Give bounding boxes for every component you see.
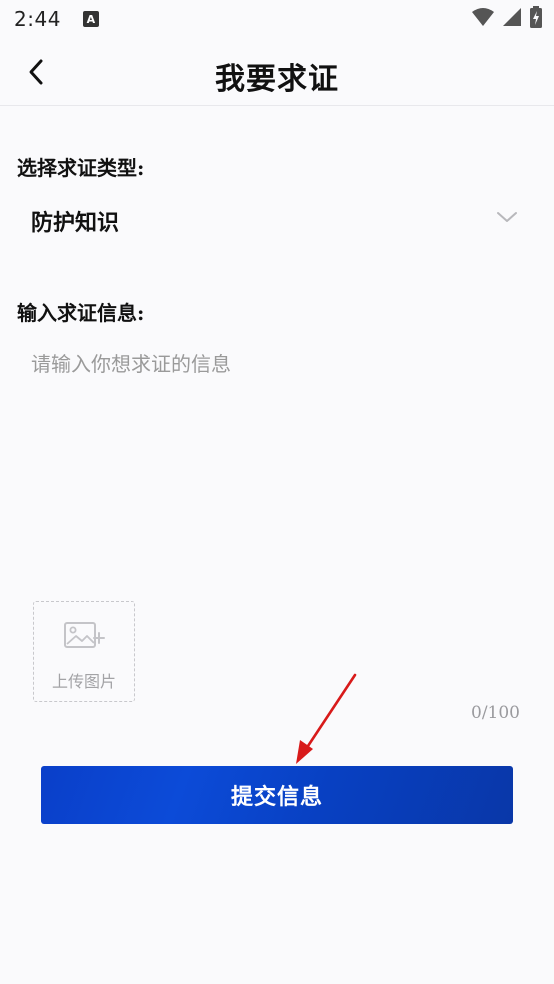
type-select-value: 防护知识 xyxy=(31,210,120,236)
page-title: 我要求证 xyxy=(215,62,339,97)
header: 我要求证 xyxy=(0,38,554,106)
status-icons xyxy=(472,6,542,28)
status-bar: 2:44 A xyxy=(0,0,554,38)
battery-charging-icon xyxy=(530,6,542,28)
wifi-icon xyxy=(472,8,494,26)
upload-image-button[interactable]: 上传图片 xyxy=(33,601,135,702)
status-time: 2:44 xyxy=(14,7,61,31)
type-label: 选择求证类型: xyxy=(17,156,145,180)
a-notification-icon: A xyxy=(82,11,99,27)
add-image-icon xyxy=(64,622,105,648)
upload-image-label: 上传图片 xyxy=(51,672,116,691)
char-count: 0/100 xyxy=(471,703,520,723)
submit-button[interactable]: 提交信息 xyxy=(41,766,513,824)
info-label: 输入求证信息: xyxy=(17,301,145,325)
signal-icon xyxy=(503,8,521,26)
info-textarea[interactable] xyxy=(17,340,537,580)
chevron-down-icon xyxy=(497,212,517,222)
type-select[interactable]: 防护知识 xyxy=(17,195,537,247)
